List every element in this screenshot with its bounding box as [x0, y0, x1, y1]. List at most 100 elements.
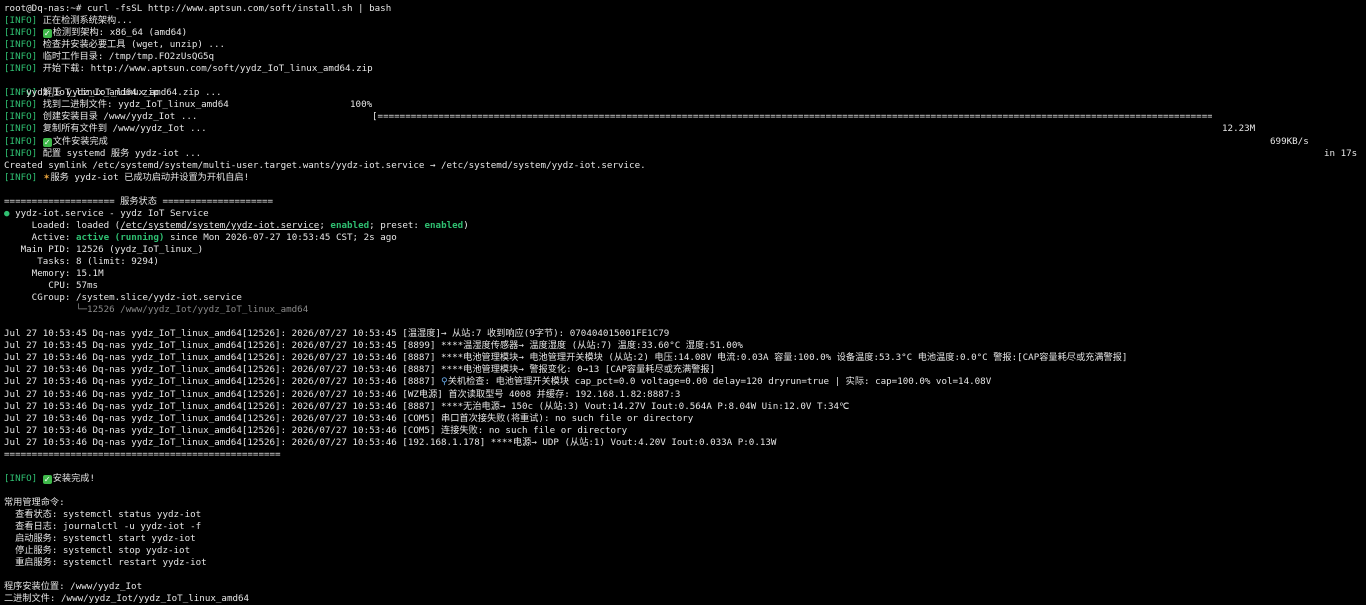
- log-message: 2026/07/27 10:53:46 [8887] ****无治电源→ 150…: [291, 400, 850, 412]
- journal-log-line: Jul 27 10:53:46 Dq-nas yydz_IoT_linux_am…: [4, 389, 1366, 401]
- journal-log-line: Jul 27 10:53:46 Dq-nas yydz_IoT_linux_am…: [4, 352, 1366, 364]
- loaded-sep: ;: [319, 219, 331, 231]
- tasks-value: 8 (limit: 9294): [75, 255, 159, 267]
- journal-log-line: Jul 27 10:53:46 Dq-nas yydz_IoT_linux_am…: [4, 437, 1366, 449]
- log-message: 2026/07/27 10:53:46 [192.168.1.178] ****…: [291, 436, 777, 448]
- log-message: 2026/07/27 10:53:45 [温湿度]→ 从站:7 收到响应(9字节…: [291, 328, 670, 340]
- log-prefix: Jul 27 10:53:46 Dq-nas yydz_IoT_linux_am…: [4, 412, 287, 424]
- enabled-state: enabled: [330, 219, 370, 231]
- log-message: 2026/07/27 10:53:45 [8899] ****温湿度传感器→ 温…: [291, 340, 743, 352]
- cgroup-line: CGroup: /system.slice/yydz-iot.service: [4, 292, 1366, 304]
- tasks-line: Tasks: 8 (limit: 9294): [4, 256, 1366, 268]
- journal-log-line: Jul 27 10:53:46 Dq-nas yydz_IoT_linux_am…: [4, 413, 1366, 425]
- info-text: 服务 yydz-iot 已成功启动并设置为开机自启!: [50, 171, 250, 183]
- log-message: 2026/07/27 10:53:46 [COM5] 串口首次接失败(将重试):…: [291, 412, 694, 424]
- active-line: Active: active (running) since Mon 2026-…: [4, 232, 1366, 244]
- download-file: yydz_IoT_linux_amd64.zip: [26, 87, 159, 99]
- info-tag: [INFO]: [4, 63, 38, 75]
- download-progress-line: yydz_IoT_linux_amd64.zip 100% [=========…: [4, 75, 1366, 158]
- info-line: [INFO] 临时工作目录: /tmp/tmp.FO2zUsQG5q: [4, 51, 1366, 63]
- download-speed: 699KB/s: [1270, 135, 1309, 147]
- info-text: 创建安装目录 /www/yydz_Iot ...: [42, 111, 198, 123]
- info-tag: [INFO]: [4, 472, 38, 484]
- pid-label: Main PID:: [4, 243, 71, 255]
- log-message: 2026/07/27 10:53:46 [8887] ****电池管理模块→ 电…: [291, 352, 1128, 364]
- cgroup-label: CGroup:: [4, 292, 71, 304]
- check-mark-icon: ✓: [42, 474, 52, 484]
- command-line: root@Dq-nas:~# curl -fsSL http://www.apt…: [4, 3, 1366, 15]
- info-line: [INFO] 开始下载: http://www.aptsun.com/soft/…: [4, 63, 1366, 75]
- download-progress-bar: [=======================================…: [372, 111, 1212, 123]
- command-hint: 停止服务: systemctl stop yydz-iot: [4, 545, 191, 557]
- journal-log-line: Jul 27 10:53:46 Dq-nas yydz_IoT_linux_am…: [4, 425, 1366, 437]
- service-title: yydz-iot.service - yydz IoT Service: [15, 207, 209, 219]
- download-size: 12.23M: [1222, 123, 1256, 135]
- info-line: [INFO] 解压 yydz_IoT_linux_amd64.zip ...: [4, 87, 1366, 99]
- tasks-label: Tasks:: [4, 255, 71, 267]
- cgroup-value: /system.slice/yydz-iot.service: [75, 292, 242, 304]
- status-dot-icon: ●: [4, 207, 10, 219]
- info-line: [INFO] ✓ 检测到架构: x86_64 (amd64): [4, 27, 1366, 39]
- info-line: [INFO] 找到二进制文件: yydz_IoT_linux_amd64: [4, 99, 1366, 111]
- info-text: 检测到架构: x86_64 (amd64): [52, 27, 188, 39]
- info-text: 复制所有文件到 /www/yydz_Iot ...: [42, 123, 207, 135]
- info-tag: [INFO]: [4, 39, 38, 51]
- info-line: [INFO] ✓ 文件安装完成: [4, 136, 1366, 148]
- info-tag: [INFO]: [4, 171, 38, 183]
- log-prefix: Jul 27 10:53:46 Dq-nas yydz_IoT_linux_am…: [4, 352, 287, 364]
- memory-label: Memory:: [4, 268, 71, 280]
- cpu-line: CPU: 57ms: [4, 280, 1366, 292]
- info-tag: [INFO]: [4, 27, 38, 39]
- info-line: [INFO] 配置 systemd 服务 yydz-iot ...: [4, 148, 1366, 160]
- info-text: 文件安装完成: [52, 135, 108, 147]
- command-text: curl -fsSL http://www.aptsun.com/soft/in…: [87, 3, 392, 14]
- preset-state: enabled: [424, 219, 464, 231]
- info-line: [INFO] ✶服务 yydz-iot 已成功启动并设置为开机自启!: [4, 172, 1366, 184]
- journal-log-line: Jul 27 10:53:45 Dq-nas yydz_IoT_linux_am…: [4, 328, 1366, 340]
- command-hint: 重启服务: systemctl restart yydz-iot: [4, 557, 207, 569]
- loaded-label: Loaded:: [4, 219, 71, 231]
- log-prefix: Jul 27 10:53:46 Dq-nas yydz_IoT_linux_am…: [4, 364, 287, 376]
- info-text: 正在检测系统架构...: [42, 15, 133, 27]
- pid-value: 12526 (yydz_IoT_linux_): [75, 243, 204, 255]
- journal-log-line: Jul 27 10:53:45 Dq-nas yydz_IoT_linux_am…: [4, 340, 1366, 352]
- info-tag: [INFO]: [4, 51, 38, 63]
- command-hint: 查看状态: systemctl status yydz-iot: [4, 508, 202, 520]
- install-location: 程序安装位置: /www/yydz_Iot: [4, 581, 143, 593]
- log-message-prefix: 2026/07/27 10:53:46 [8887]: [291, 376, 442, 388]
- check-mark-icon: ✓: [42, 29, 52, 39]
- info-text: 检查并安装必要工具 (wget, unzip) ...: [42, 39, 226, 51]
- separator-line: ========================================…: [4, 448, 281, 460]
- status-header: ==================== 服务状态 ==============…: [4, 195, 274, 207]
- journal-log-line: Jul 27 10:53:46 Dq-nas yydz_IoT_linux_am…: [4, 376, 1366, 388]
- active-state: active (running): [75, 231, 165, 243]
- service-title-line: ● yydz-iot.service - yydz IoT Service: [4, 208, 1366, 220]
- log-prefix: Jul 27 10:53:46 Dq-nas yydz_IoT_linux_am…: [4, 376, 287, 388]
- log-prefix: Jul 27 10:53:46 Dq-nas yydz_IoT_linux_am…: [4, 400, 287, 412]
- terminal-window[interactable]: root@Dq-nas:~# curl -fsSL http://www.apt…: [0, 0, 1366, 604]
- info-text: 临时工作目录: /tmp/tmp.FO2zUsQG5q: [42, 51, 215, 63]
- log-prefix: Jul 27 10:53:46 Dq-nas yydz_IoT_linux_am…: [4, 388, 287, 400]
- commands-title: 常用管理命令:: [4, 496, 65, 508]
- info-line: [INFO] 检查并安装必要工具 (wget, unzip) ...: [4, 39, 1366, 51]
- loaded-text: loaded (: [75, 219, 121, 231]
- info-line: [INFO] 复制所有文件到 /www/yydz_Iot ...: [4, 123, 1366, 135]
- journal-log-line: Jul 27 10:53:46 Dq-nas yydz_IoT_linux_am…: [4, 401, 1366, 413]
- preset-label: ; preset:: [369, 219, 425, 231]
- journal-log-line: Jul 27 10:53:46 Dq-nas yydz_IoT_linux_am…: [4, 364, 1366, 376]
- memory-line: Memory: 15.1M: [4, 268, 1366, 280]
- log-message: 2026/07/27 10:53:46 [8887] ****电池管理模块→ 警…: [291, 364, 716, 376]
- unit-file-path-link[interactable]: /etc/systemd/system/yydz-iot.service: [120, 220, 319, 231]
- shell-prompt: root@Dq-nas:~#: [4, 3, 82, 14]
- cgroup-child-line: └─12526 /www/yydz_Iot/yydz_IoT_linux_amd…: [4, 304, 309, 316]
- command-hint: 查看日志: journalctl -u yydz-iot -f: [4, 521, 202, 533]
- log-message: 2026/07/27 10:53:46 [COM5] 连接失败: no such…: [291, 424, 628, 436]
- log-prefix: Jul 27 10:53:46 Dq-nas yydz_IoT_linux_am…: [4, 424, 287, 436]
- info-tag: [INFO]: [4, 15, 38, 27]
- symlink-line: Created symlink /etc/systemd/system/mult…: [4, 159, 646, 171]
- info-text: 找到二进制文件: yydz_IoT_linux_amd64: [42, 99, 229, 111]
